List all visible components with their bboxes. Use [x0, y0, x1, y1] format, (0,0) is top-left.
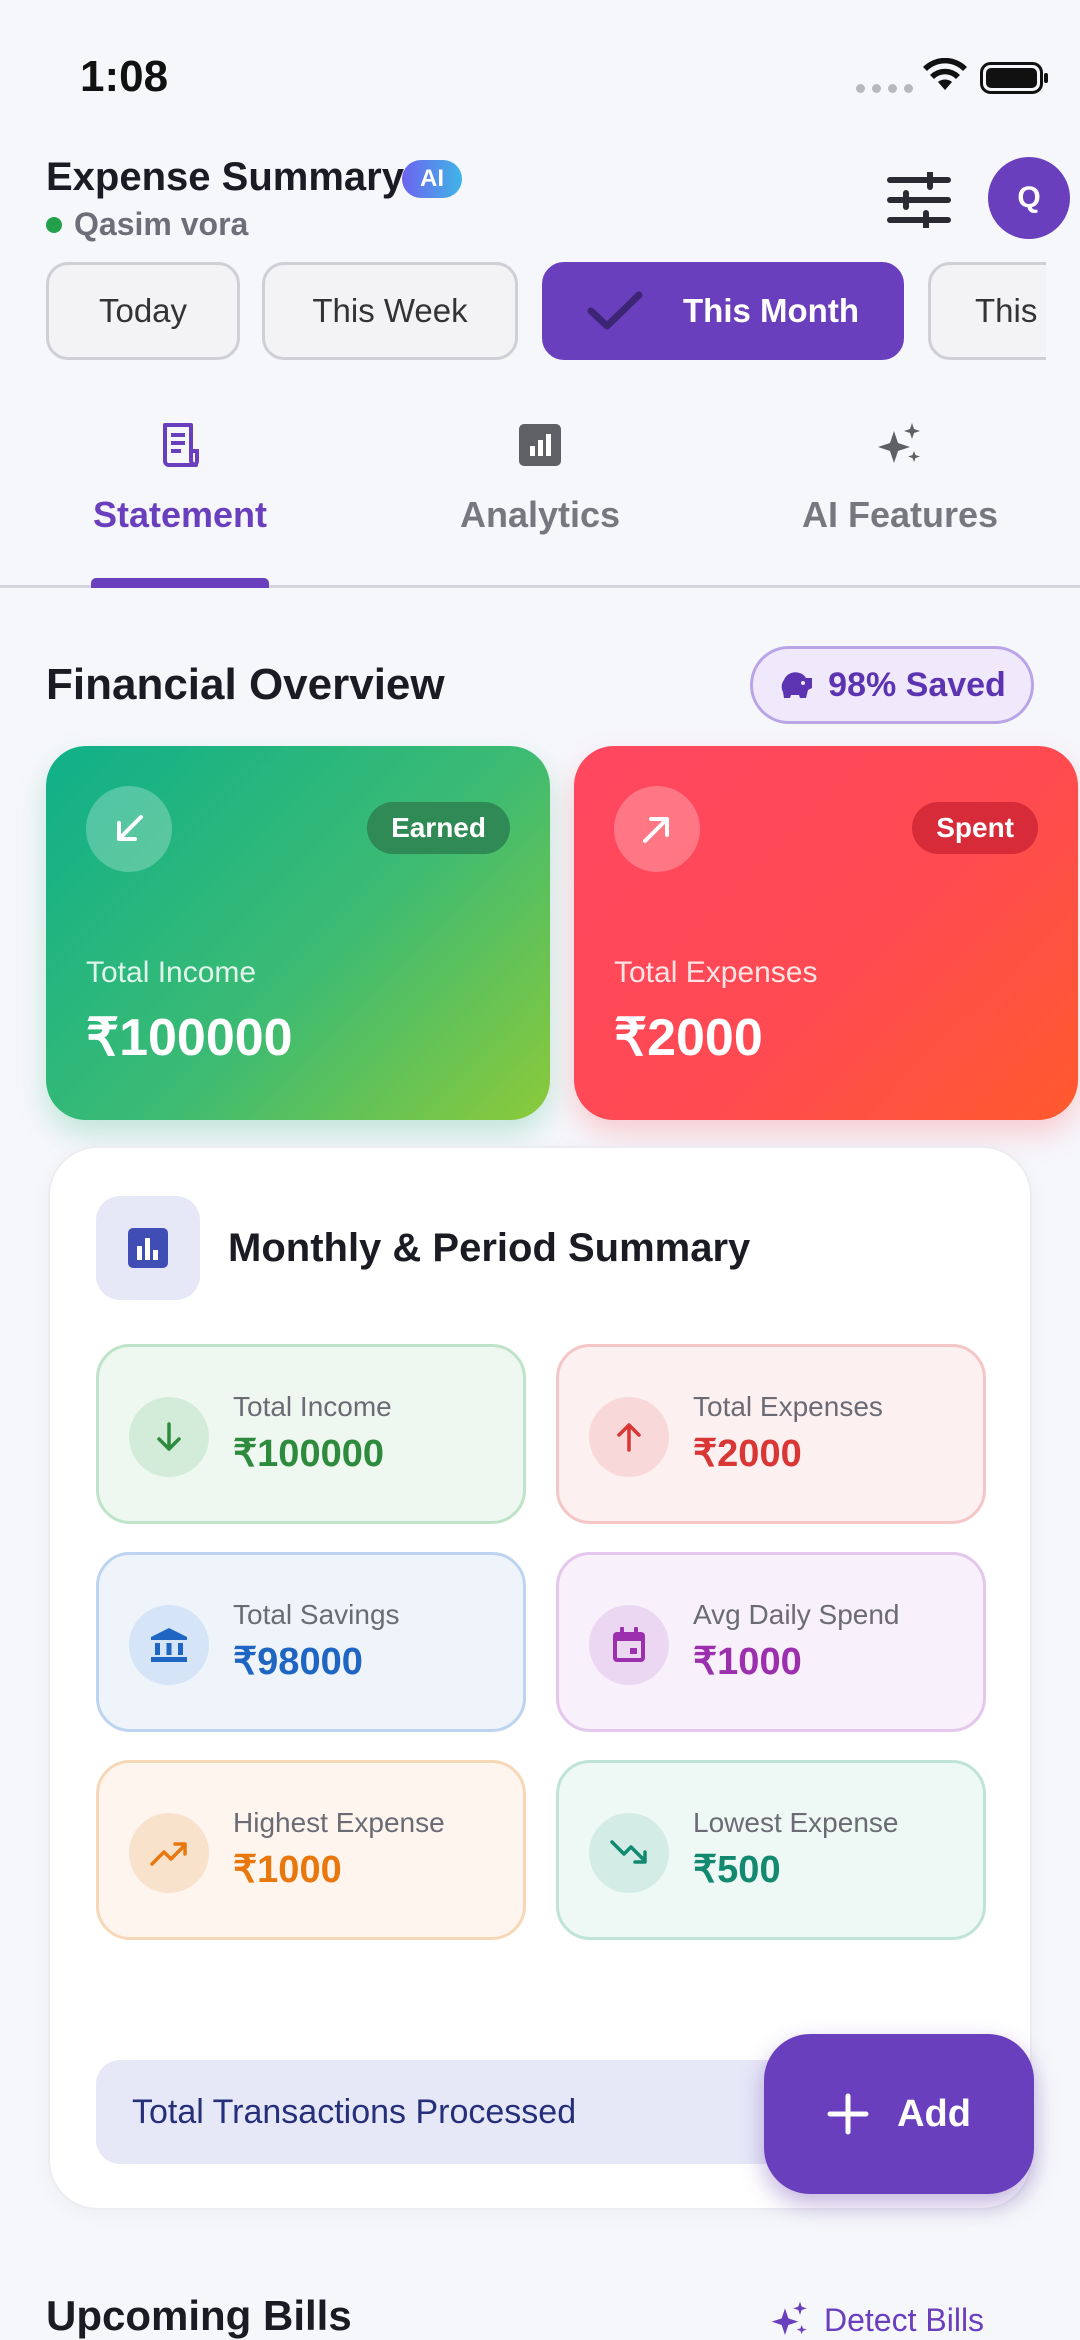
income-card-label: Total Income: [86, 956, 257, 989]
stat-value: ₹500: [693, 1849, 781, 1891]
add-button[interactable]: Add: [764, 2034, 1034, 2194]
filter-button[interactable]: [886, 170, 952, 230]
sparkle-icon: [771, 2301, 807, 2335]
stat-label: Avg Daily Spend: [693, 1599, 900, 1630]
period-chips: Today This Week This Month This: [46, 262, 1046, 362]
user-line: Qasim vora: [46, 206, 248, 243]
stat-label: Lowest Expense: [693, 1807, 899, 1838]
stat-value: ₹98000: [233, 1641, 363, 1683]
tab-label: Statement: [92, 494, 268, 535]
summary-chart-icon: [96, 1196, 200, 1300]
arrow-up-right-icon: [614, 786, 700, 872]
summary-title: Monthly & Period Summary: [228, 1226, 751, 1270]
chip-label: This: [975, 292, 1038, 329]
income-card[interactable]: Earned Total Income ₹100000: [46, 746, 550, 1120]
chip-this-week[interactable]: This Week: [262, 262, 518, 360]
wifi-icon: [923, 58, 967, 90]
stat-avg-daily-spend[interactable]: Avg Daily Spend ₹1000: [556, 1552, 986, 1732]
user-name: Qasim vora: [74, 206, 249, 242]
active-tab-indicator: [91, 578, 269, 588]
tab-bar: Statement Analytics AI Features: [0, 410, 1080, 588]
arrow-up-icon: [589, 1397, 669, 1477]
arrow-down-icon: [129, 1397, 209, 1477]
tab-analytics[interactable]: Analytics: [390, 410, 690, 536]
stat-label: Highest Expense: [233, 1807, 445, 1838]
saved-pill-label: 98% Saved: [828, 665, 1006, 704]
tab-ai-features[interactable]: AI Features: [750, 410, 1050, 536]
chip-label: Today: [98, 292, 188, 329]
bank-icon: [129, 1605, 209, 1685]
tab-label: Analytics: [459, 494, 621, 535]
check-icon: [587, 291, 643, 330]
expense-card-amount: ₹2000: [614, 1009, 763, 1067]
detect-bills-button[interactable]: Detect Bills: [770, 2300, 984, 2340]
calendar-icon: [589, 1605, 669, 1685]
signal-dots-icon: [856, 84, 913, 93]
saved-percentage-pill[interactable]: 98% Saved: [750, 646, 1034, 724]
chip-label: This Week: [312, 292, 468, 329]
spent-tag: Spent: [912, 802, 1038, 854]
receipt-icon: [163, 423, 199, 467]
online-status-dot: [46, 216, 62, 233]
battery-icon: [980, 62, 1048, 94]
financial-overview-title: Financial Overview: [46, 660, 445, 709]
expense-card[interactable]: Spent Total Expenses ₹2000: [574, 746, 1078, 1120]
bar-chart-icon: [519, 424, 561, 466]
piggy-bank-icon: [781, 672, 813, 698]
stat-value: ₹1000: [233, 1849, 342, 1891]
status-time: 1:08: [80, 52, 169, 101]
sparkle-icon: [878, 423, 920, 463]
earned-tag: Earned: [367, 802, 510, 854]
stat-total-expenses[interactable]: Total Expenses ₹2000: [556, 1344, 986, 1524]
page-title: Expense Summary: [46, 155, 404, 199]
stat-total-savings[interactable]: Total Savings ₹98000: [96, 1552, 526, 1732]
stat-highest-expense[interactable]: Highest Expense ₹1000: [96, 1760, 526, 1940]
ai-badge: AI: [402, 160, 462, 198]
plus-icon: [827, 2093, 869, 2135]
stat-label: Total Expenses: [693, 1391, 883, 1422]
trending-down-icon: [589, 1813, 669, 1893]
chip-today[interactable]: Today: [46, 262, 240, 360]
stat-label: Total Savings: [233, 1599, 400, 1630]
sliders-icon: [887, 170, 951, 230]
stat-value: ₹2000: [693, 1433, 802, 1475]
expense-card-label: Total Expenses: [614, 956, 818, 989]
status-bar: 1:08: [0, 0, 1080, 150]
upcoming-bills-title: Upcoming Bills: [46, 2292, 352, 2339]
stat-value: ₹100000: [233, 1433, 384, 1475]
detect-bills-label: Detect Bills: [824, 2301, 985, 2338]
avatar[interactable]: Q: [988, 157, 1070, 239]
stat-lowest-expense[interactable]: Lowest Expense ₹500: [556, 1760, 986, 1940]
stat-total-income[interactable]: Total Income ₹100000: [96, 1344, 526, 1524]
stat-label: Total Income: [233, 1391, 392, 1422]
chip-this-year[interactable]: This: [928, 262, 1046, 360]
tab-label: AI Features: [801, 494, 999, 535]
chip-this-month[interactable]: This Month: [542, 262, 904, 360]
stat-value: ₹1000: [693, 1641, 802, 1683]
chip-label: This Month: [683, 292, 859, 329]
income-card-amount: ₹100000: [86, 1009, 293, 1067]
trending-up-icon: [129, 1813, 209, 1893]
tab-statement[interactable]: Statement: [30, 410, 330, 536]
add-button-label: Add: [897, 2092, 971, 2135]
arrow-down-left-icon: [86, 786, 172, 872]
